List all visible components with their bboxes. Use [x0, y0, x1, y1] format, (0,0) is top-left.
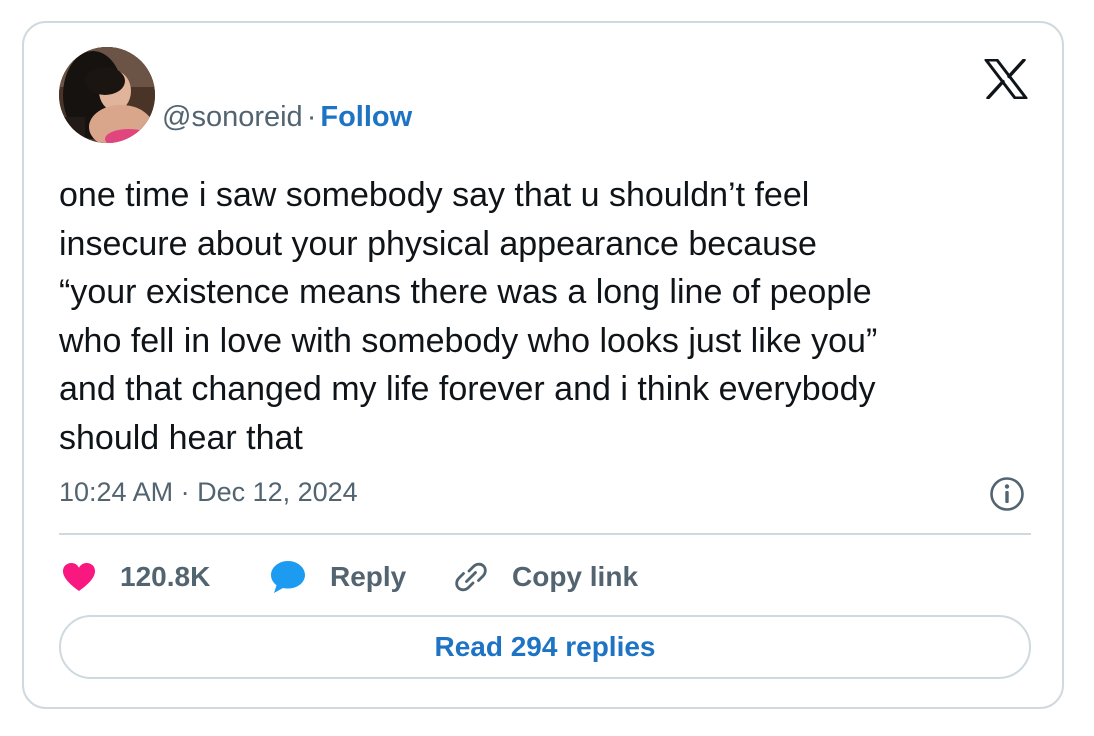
tweet-card: @sonoreid · Follow one time i saw somebody…: [22, 21, 1064, 709]
copy-link-button[interactable]: Copy link: [454, 556, 638, 598]
like-button[interactable]: 120.8K: [62, 556, 210, 598]
divider: [59, 533, 1031, 535]
heart-icon: [62, 562, 96, 592]
x-logo-icon[interactable]: [984, 58, 1028, 100]
info-icon[interactable]: [989, 476, 1025, 512]
separator-dot: ·: [306, 101, 317, 133]
like-count: 120.8K: [120, 561, 211, 592]
speech-bubble-icon: [270, 560, 306, 594]
follow-button[interactable]: Follow: [320, 101, 412, 133]
read-replies-button[interactable]: Read 294 replies: [59, 615, 1031, 679]
tweet-timestamp[interactable]: 10:24 AM · Dec 12, 2024: [59, 475, 358, 509]
read-replies-label: Read 294 replies: [434, 631, 656, 662]
tweet-text: one time i saw somebody say that u shoul…: [59, 176, 878, 457]
avatar[interactable]: [59, 47, 155, 143]
author-handle[interactable]: @sonoreid: [162, 101, 303, 133]
copy-link-label: Copy link: [512, 561, 639, 592]
author-row: @sonoreid · Follow: [162, 99, 412, 135]
link-icon: [454, 560, 488, 594]
reply-button[interactable]: Reply: [270, 556, 406, 598]
reply-label: Reply: [330, 561, 407, 592]
